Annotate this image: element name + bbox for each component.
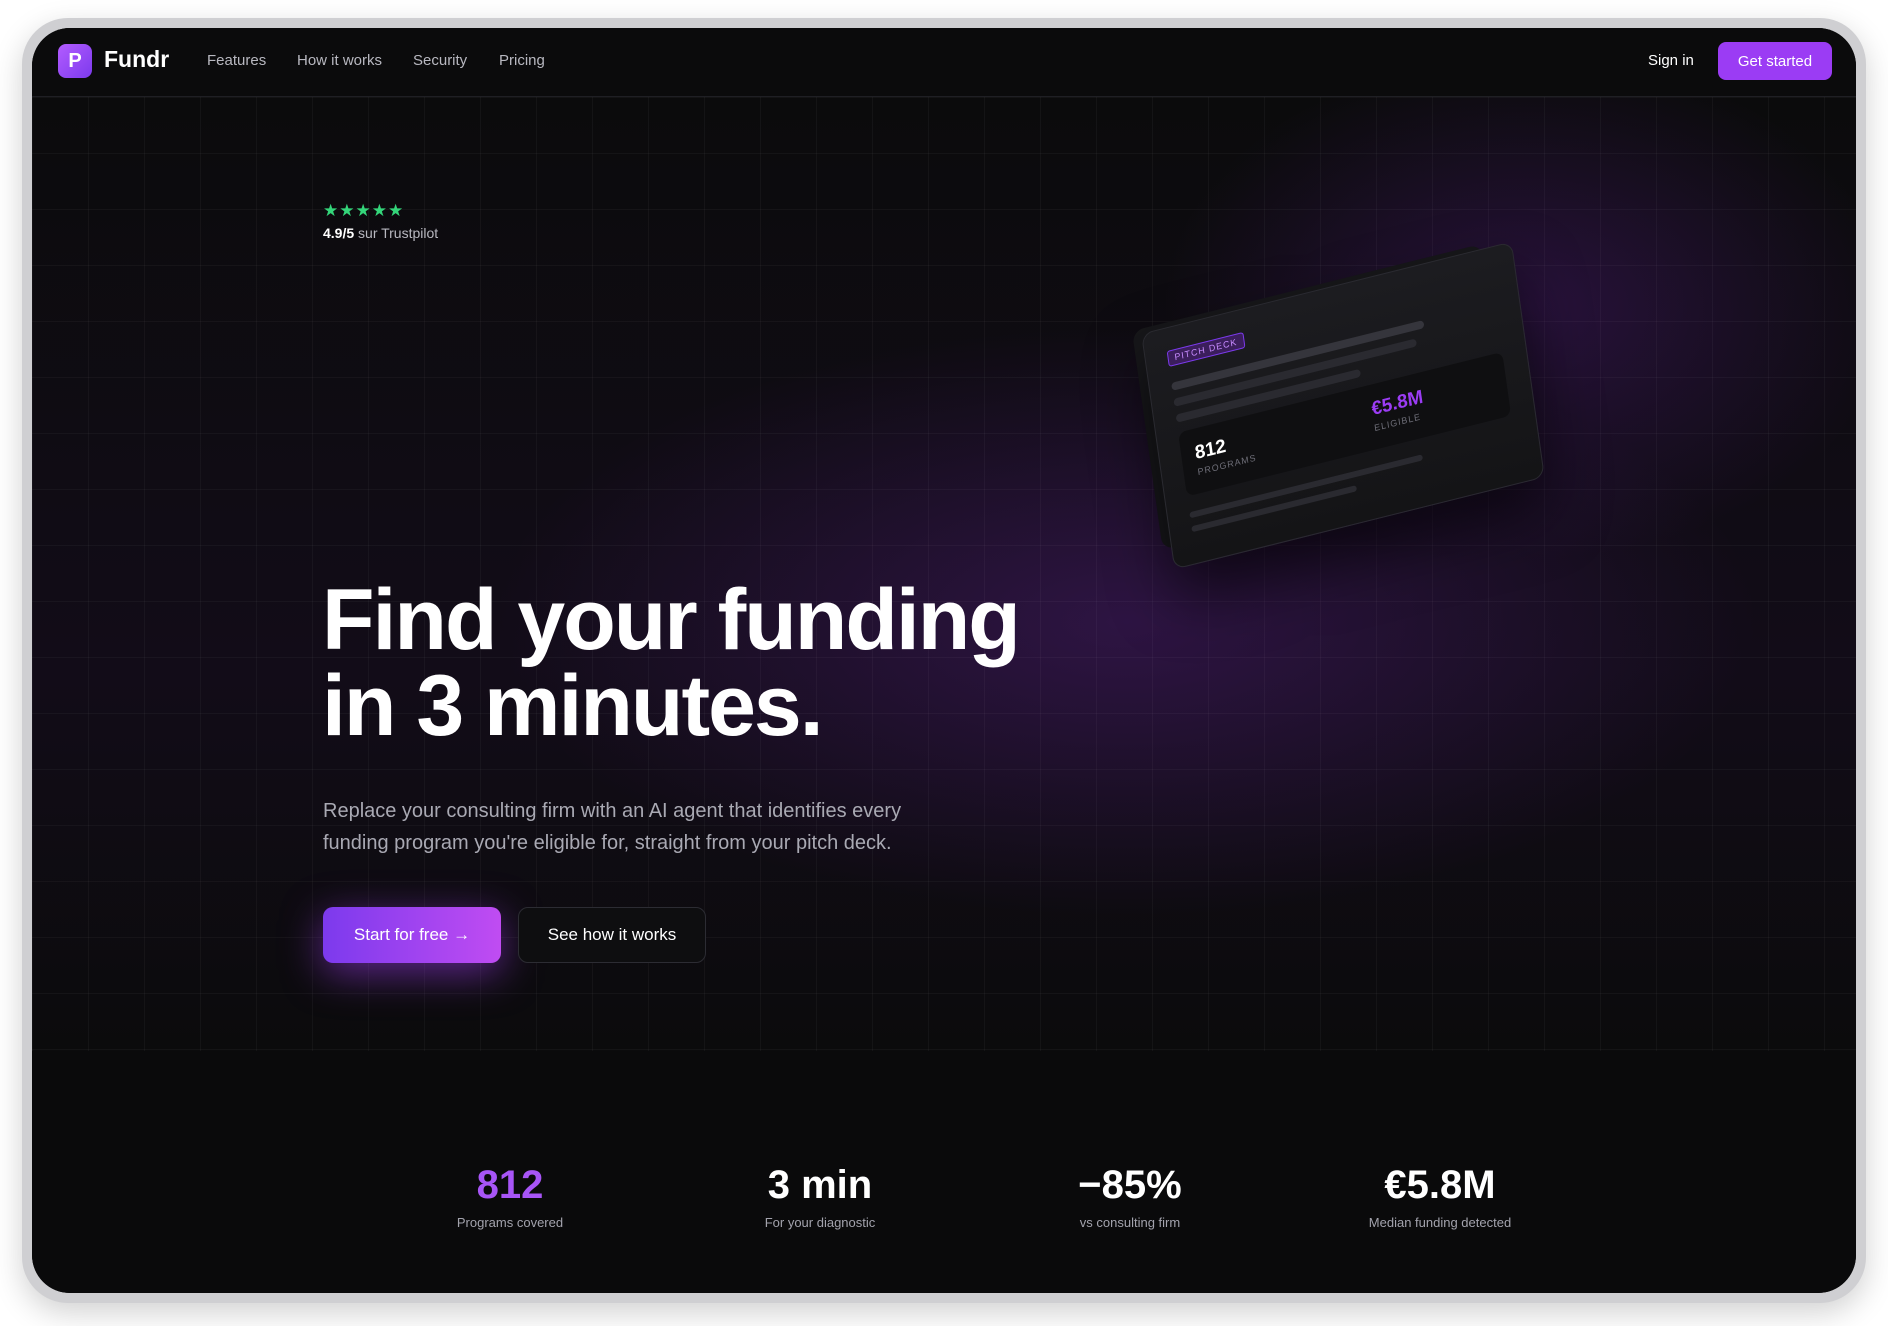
hero-title-line-1: Find your funding	[322, 572, 1021, 668]
stat-value: €5.8M	[1384, 1163, 1496, 1207]
stat-programs: 812 Programs covered	[380, 1161, 640, 1230]
pitch-deck-card: PITCH DECK 812 PROGRAMS €5.8M ELIGIBLE	[1141, 241, 1545, 570]
hero-subtitle: Replace your consulting firm with an AI …	[323, 800, 902, 854]
hero-section: ★★★★★ 4.9/5 sur Trustpilot PITCH DECK 81…	[32, 97, 1856, 1051]
stat-label: Median funding detected	[1368, 1215, 1512, 1230]
stat-value: 812	[476, 1163, 544, 1207]
stat-diagnostic-time: 3 min For your diagnostic	[690, 1161, 950, 1230]
brand-name[interactable]: Fundr	[104, 46, 169, 73]
rating-score: 4.9/5	[323, 225, 355, 241]
logo-icon[interactable]: P	[58, 44, 92, 78]
see-how-it-works-button[interactable]: See how it works	[518, 907, 706, 963]
pitch-deck-illustration: PITCH DECK 812 PROGRAMS €5.8M ELIGIBLE	[1082, 187, 1562, 587]
stats-section: 812 Programs covered 3 min For your diag…	[32, 1051, 1856, 1293]
stat-median-funding: €5.8M Median funding detected	[1310, 1161, 1570, 1230]
rating-source: sur Trustpilot	[358, 225, 439, 241]
stat-label: Programs covered	[456, 1215, 564, 1230]
rating-text: 4.9/5 sur Trustpilot	[323, 225, 438, 241]
stat-value: 3 min	[767, 1163, 873, 1207]
stat-label: For your diagnostic	[764, 1215, 876, 1230]
stat-label: vs consulting firm	[1079, 1215, 1181, 1230]
nav-link-pricing[interactable]: Pricing	[499, 52, 545, 69]
top-navbar: P Fundr Features How it works Security P…	[32, 28, 1856, 97]
rating-stars-icon: ★★★★★	[323, 201, 405, 220]
stat-value: −85%	[1078, 1163, 1182, 1207]
device-frame: P Fundr Features How it works Security P…	[22, 18, 1866, 1303]
get-started-button[interactable]: Get started	[1718, 42, 1832, 80]
hero-title: Find your funding in 3 minutes.	[322, 577, 1142, 749]
hero-title-line-2: in 3 minutes.	[322, 658, 824, 754]
nav-link-features[interactable]: Features	[207, 52, 266, 69]
nav-link-how-it-works[interactable]: How it works	[297, 52, 382, 69]
stat-savings: −85% vs consulting firm	[1000, 1161, 1260, 1230]
nav-link-security[interactable]: Security	[413, 52, 467, 69]
start-for-free-button[interactable]: Start for free →	[323, 907, 501, 963]
browser-viewport: P Fundr Features How it works Security P…	[32, 28, 1856, 1293]
sign-in-link[interactable]: Sign in	[1648, 52, 1694, 69]
pitch-deck-tag: PITCH DECK	[1166, 332, 1246, 367]
